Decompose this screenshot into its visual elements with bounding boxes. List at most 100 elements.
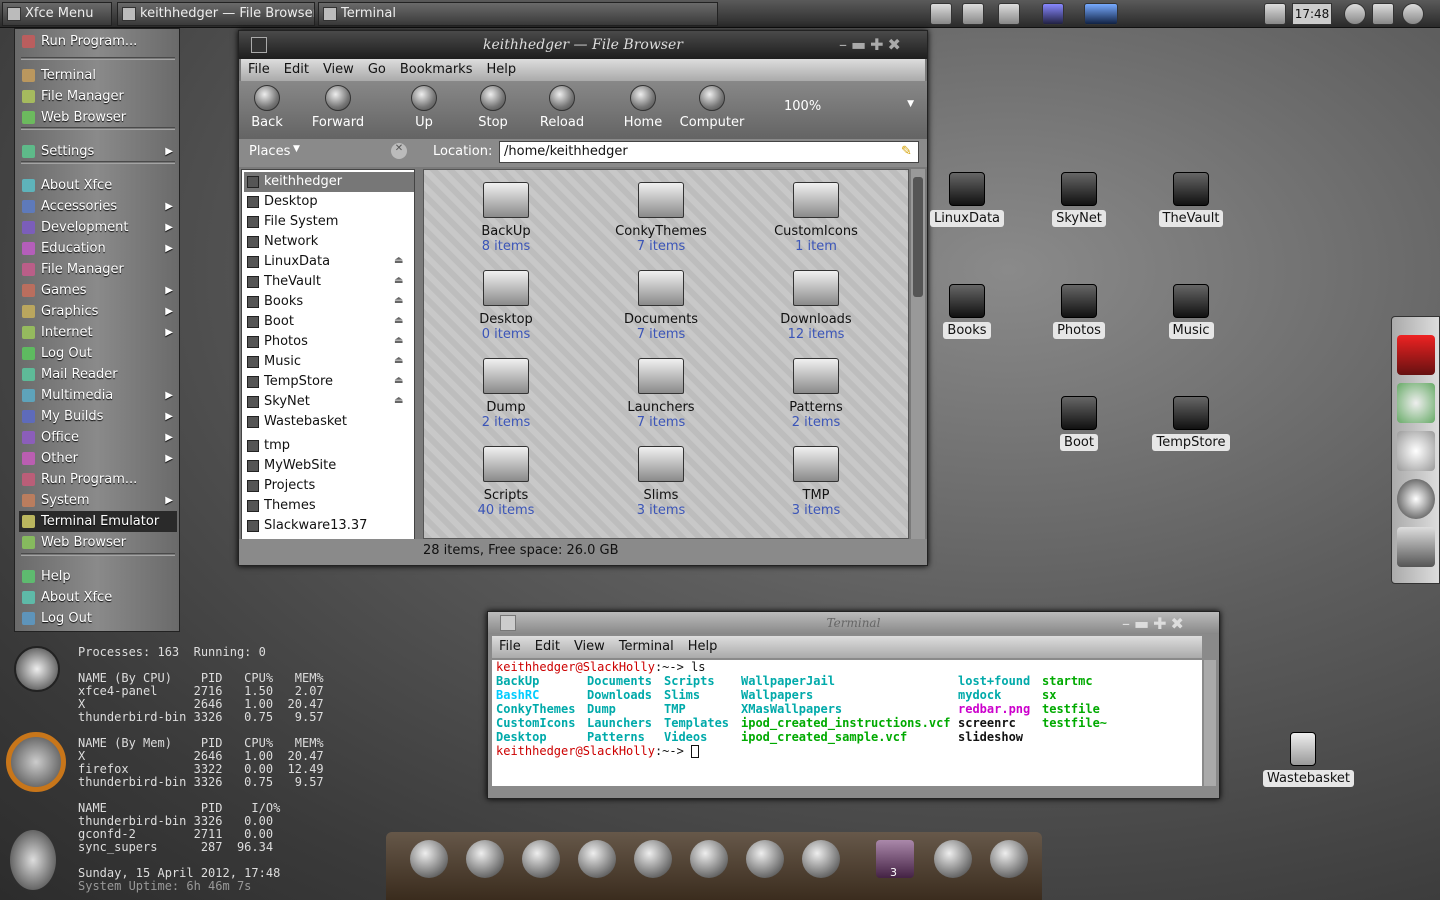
- zoom-select[interactable]: 100% ▼: [784, 99, 924, 114]
- place-projects[interactable]: Projects: [244, 476, 414, 496]
- disc-icon[interactable]: [1397, 431, 1435, 471]
- back-button[interactable]: Back: [232, 85, 302, 130]
- window-title[interactable]: keithhedger — File Browser: [239, 31, 927, 59]
- menu-item[interactable]: My Builds ▶: [19, 406, 177, 427]
- desktop-icon-boot[interactable]: Boot: [1039, 396, 1119, 451]
- place-skynet[interactable]: SkyNet ⏏: [244, 392, 414, 412]
- menu-file[interactable]: File: [492, 636, 528, 658]
- folder-item[interactable]: Dump 2 items: [446, 358, 566, 430]
- place-desktop[interactable]: Desktop: [244, 192, 414, 212]
- terminal-output[interactable]: keithhedger@SlackHolly:~-> ls BackUp BashR…: [492, 660, 1202, 786]
- menu-edit[interactable]: Edit: [528, 636, 567, 658]
- menu-item[interactable]: Help: [19, 566, 177, 587]
- home-button[interactable]: Home: [608, 85, 678, 130]
- eject-icon[interactable]: ⏏: [394, 395, 406, 407]
- place-tmp[interactable]: tmp: [244, 436, 414, 456]
- file-manager-icon[interactable]: [634, 840, 672, 878]
- system-icon[interactable]: [466, 840, 504, 878]
- terminal-title[interactable]: Terminal: [488, 612, 1219, 634]
- thunderbird-icon[interactable]: [746, 840, 784, 878]
- location-input[interactable]: /home/keithhedger: [499, 141, 919, 163]
- clock-icon[interactable]: [990, 840, 1028, 878]
- menu-item[interactable]: Web Browser: [19, 107, 177, 128]
- folder-item[interactable]: ConkyThemes 7 items: [601, 182, 721, 254]
- eject-icon[interactable]: ⏏: [394, 255, 406, 267]
- eject-icon[interactable]: ⏏: [394, 375, 406, 387]
- desktop-icon-skynet[interactable]: SkyNet: [1039, 172, 1119, 227]
- screen-icon[interactable]: [1264, 3, 1286, 25]
- menu-item[interactable]: Development ▶: [19, 217, 177, 238]
- menu-bookmarks[interactable]: Bookmarks: [393, 59, 480, 81]
- place-slackware13.37[interactable]: Slackware13.37: [244, 516, 414, 536]
- menu-file[interactable]: File: [241, 59, 277, 81]
- desktop-icon-linuxdata[interactable]: LinuxData: [927, 172, 1007, 227]
- folder-item[interactable]: Launchers 7 items: [601, 358, 721, 430]
- book-icon[interactable]: [1397, 335, 1435, 375]
- menu-item[interactable]: Office ▶: [19, 427, 177, 448]
- eject-icon[interactable]: ⏏: [394, 295, 406, 307]
- desktop-icon-music[interactable]: Music: [1151, 284, 1231, 339]
- place-keithhedger[interactable]: keithhedger: [244, 172, 414, 192]
- menu-view[interactable]: View: [567, 636, 612, 658]
- folder-item[interactable]: Downloads 12 items: [756, 270, 876, 342]
- place-tempstore[interactable]: TempStore ⏏: [244, 372, 414, 392]
- monitor-icon[interactable]: [1397, 527, 1435, 567]
- stop-button[interactable]: Stop: [458, 85, 528, 130]
- menu-item[interactable]: Terminal Emulator: [19, 511, 177, 532]
- menu-item[interactable]: Accessories ▶: [19, 196, 177, 217]
- menu-item[interactable]: System ▶: [19, 490, 177, 511]
- window-menu-icon[interactable]: [251, 37, 267, 53]
- menu-item[interactable]: Graphics ▶: [19, 301, 177, 322]
- place-network[interactable]: Network: [244, 232, 414, 252]
- task-file-browser[interactable]: keithhedger — File Browser: [117, 2, 315, 26]
- menu-help[interactable]: Help: [681, 636, 725, 658]
- chrome-icon[interactable]: [1042, 3, 1064, 25]
- desktop-icon-books[interactable]: Books: [927, 284, 1007, 339]
- reload-button[interactable]: Reload: [527, 85, 597, 130]
- place-music[interactable]: Music ⏏: [244, 352, 414, 372]
- forward-button[interactable]: Forward: [303, 85, 373, 130]
- folder-item[interactable]: BackUp 8 items: [446, 182, 566, 254]
- menu-item[interactable]: File Manager: [19, 259, 177, 280]
- workspace-switcher-icon[interactable]: [1084, 3, 1118, 25]
- places-dropdown[interactable]: Places: [249, 144, 290, 159]
- folder-item[interactable]: Slims 3 items: [601, 446, 721, 518]
- terminal-scrollbar[interactable]: [1204, 660, 1216, 786]
- menu-item[interactable]: Internet ▶: [19, 322, 177, 343]
- desktop-icon-tempstore[interactable]: TempStore: [1151, 396, 1231, 451]
- folder-item[interactable]: Patterns 2 items: [756, 358, 876, 430]
- vertical-scrollbar[interactable]: [911, 169, 925, 539]
- menu-item[interactable]: Run Program...: [19, 31, 177, 52]
- cd-icon[interactable]: [998, 3, 1020, 25]
- eject-icon[interactable]: ⏏: [394, 315, 406, 327]
- tray-icon[interactable]: [1372, 3, 1394, 25]
- menu-item[interactable]: Education ▶: [19, 238, 177, 259]
- folder-item[interactable]: CustomIcons 1 item: [756, 182, 876, 254]
- menu-item[interactable]: Games ▶: [19, 280, 177, 301]
- desktop-icon-thevault[interactable]: TheVault: [1151, 172, 1231, 227]
- menu-terminal[interactable]: Terminal: [612, 636, 681, 658]
- window-controls[interactable]: –▬✚✖: [839, 35, 905, 54]
- firefox-icon[interactable]: [410, 840, 448, 878]
- place-boot[interactable]: Boot ⏏: [244, 312, 414, 332]
- menu-go[interactable]: Go: [361, 59, 393, 81]
- network-icon[interactable]: [962, 3, 984, 25]
- window-menu-icon[interactable]: [500, 615, 516, 631]
- eject-icon[interactable]: ⏏: [394, 275, 406, 287]
- place-linuxdata[interactable]: LinuxData ⏏: [244, 252, 414, 272]
- music-icon[interactable]: [1397, 383, 1435, 423]
- speaker-icon[interactable]: [934, 840, 972, 878]
- folder-item[interactable]: Desktop 0 items: [446, 270, 566, 342]
- place-file system[interactable]: File System: [244, 212, 414, 232]
- power-icon[interactable]: [1344, 3, 1366, 25]
- broom-icon[interactable]: ✎: [901, 144, 912, 159]
- place-photos[interactable]: Photos ⏏: [244, 332, 414, 352]
- desktop-icon-wastebasket[interactable]: Wastebasket: [1263, 732, 1355, 787]
- folder-item[interactable]: Documents 7 items: [601, 270, 721, 342]
- menu-item[interactable]: Log Out: [19, 608, 177, 629]
- place-themes[interactable]: Themes: [244, 496, 414, 516]
- menu-item[interactable]: Settings ▶: [19, 141, 177, 162]
- menu-item[interactable]: Log Out: [19, 343, 177, 364]
- eject-icon[interactable]: ⏏: [394, 335, 406, 347]
- menu-item[interactable]: Multimedia ▶: [19, 385, 177, 406]
